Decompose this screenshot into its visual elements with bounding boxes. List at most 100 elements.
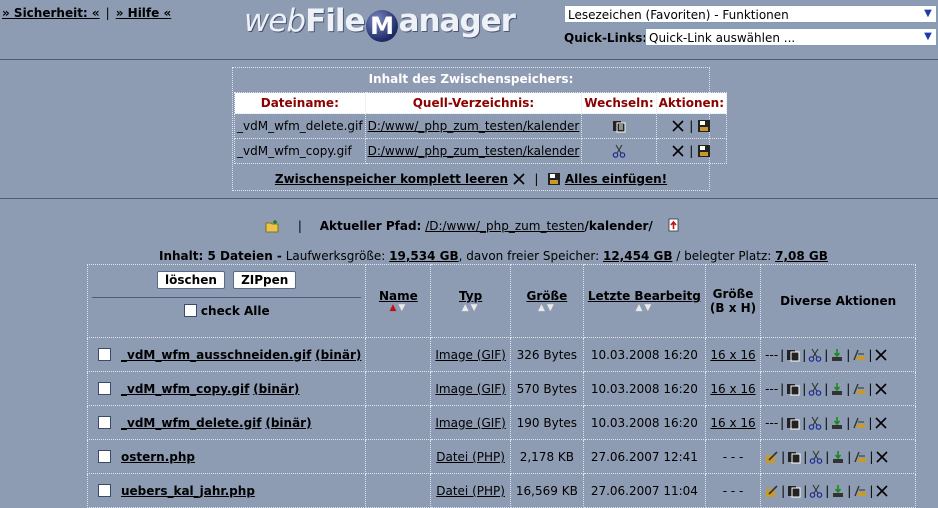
modified-sort-arrows[interactable]: ▲▼ — [588, 303, 701, 313]
rename-icon[interactable] — [852, 416, 866, 430]
size-sort-link[interactable]: Größe — [515, 289, 579, 303]
row-checkbox[interactable] — [98, 347, 111, 361]
rename-icon[interactable] — [852, 382, 866, 396]
separator: | — [780, 381, 785, 396]
size-sort-arrows[interactable]: ▲▼ — [515, 303, 579, 313]
new-folder-icon[interactable] — [264, 219, 280, 233]
copy-icon[interactable] — [787, 450, 801, 464]
file-name-link[interactable]: ostern.php — [121, 450, 195, 464]
file-modified: 27.06.2007 12:41 — [582, 439, 706, 474]
zip-button[interactable]: ZIPpen — [233, 271, 297, 289]
check-all-label: check Alle — [200, 304, 270, 318]
paste-all-link[interactable]: Alles einfügen! — [565, 172, 667, 186]
copy-mode-icon[interactable] — [612, 119, 626, 133]
quicklinks-select[interactable]: Quick-Link auswählen ... ▼ — [645, 28, 937, 46]
close-icon[interactable] — [671, 144, 685, 158]
security-link[interactable]: » Sicherheit: « — [2, 6, 100, 20]
paste-icon[interactable] — [547, 172, 561, 186]
file-name-link[interactable]: uebers_kal_jahr.php — [121, 484, 255, 498]
clear-clipboard-link[interactable]: Zwischenspeicher komplett leeren — [275, 172, 508, 186]
sort-asc-icon[interactable]: ▲ — [538, 303, 547, 313]
close-icon[interactable] — [512, 172, 526, 186]
close-icon[interactable] — [874, 348, 888, 362]
scissors-icon[interactable] — [809, 450, 823, 464]
rename-icon[interactable] — [852, 348, 866, 362]
rename-icon[interactable] — [853, 450, 867, 464]
separator: | — [847, 483, 852, 498]
divider — [0, 59, 938, 60]
file-dimensions-link[interactable]: 16 x 16 — [704, 337, 762, 372]
copy-icon[interactable] — [786, 416, 800, 430]
file-dimensions-link[interactable]: 16 x 16 — [704, 405, 762, 440]
name-sort-arrows[interactable]: ▲▼ — [370, 303, 426, 313]
file-kind: (binär) — [315, 347, 362, 362]
row-checkbox[interactable] — [98, 483, 111, 497]
paste-icon[interactable] — [697, 144, 711, 158]
name-sort-link[interactable]: Name — [370, 289, 426, 303]
sort-desc-icon[interactable]: ▼ — [398, 303, 407, 313]
file-type-link[interactable]: Image (GIF) — [430, 371, 511, 406]
check-all-checkbox[interactable] — [183, 304, 197, 317]
clipboard-switch-cell — [581, 113, 657, 139]
help-link[interactable]: » Hilfe « — [116, 6, 172, 20]
separator: | — [825, 483, 830, 498]
file-name-link[interactable]: _vdM_wfm_delete.gif — [121, 416, 262, 430]
file-name-link[interactable]: _vdM_wfm_ausschneiden.gif — [121, 348, 311, 362]
upload-file-icon[interactable] — [667, 217, 681, 233]
file-modified: 10.03.2008 16:20 — [582, 337, 706, 372]
row-checkbox[interactable] — [98, 415, 111, 429]
scissors-icon[interactable] — [808, 348, 822, 362]
row-checkbox[interactable] — [98, 449, 111, 463]
spacer-cell — [365, 371, 432, 406]
file-type-link[interactable]: Image (GIF) — [430, 337, 511, 372]
modified-sort-link[interactable]: Letzte Bearbeitg — [588, 289, 701, 303]
copy-icon[interactable] — [786, 382, 800, 396]
download-icon[interactable] — [831, 450, 845, 464]
paste-icon[interactable] — [697, 119, 711, 133]
row-checkbox[interactable] — [98, 381, 111, 395]
clipboard-header-filename: Dateiname: — [234, 92, 366, 114]
chevron-down-icon[interactable]: ▼ — [920, 29, 936, 45]
download-icon[interactable] — [830, 416, 844, 430]
type-sort-arrows[interactable]: ▲▼ — [435, 303, 506, 313]
download-icon[interactable] — [831, 484, 845, 498]
delete-button[interactable]: löschen — [157, 271, 225, 289]
type-sort-link[interactable]: Typ — [435, 289, 506, 303]
scissors-icon[interactable] — [809, 484, 823, 498]
file-dimensions-link[interactable]: 16 x 16 — [704, 371, 762, 406]
file-name-link[interactable]: _vdM_wfm_copy.gif — [121, 382, 249, 396]
edit-icon[interactable] — [765, 450, 779, 464]
clipboard-source-link[interactable]: D:/www/_php_zum_testen/kalender — [364, 113, 583, 139]
copy-icon[interactable] — [787, 484, 801, 498]
close-icon[interactable] — [671, 119, 685, 133]
close-icon[interactable] — [875, 450, 889, 464]
close-icon[interactable] — [875, 484, 889, 498]
table-row: uebers_kal_jahr.php Datei (PHP) 16,569 K… — [86, 473, 917, 508]
file-type-link[interactable]: Image (GIF) — [430, 405, 511, 440]
sort-desc-icon[interactable]: ▼ — [644, 303, 653, 313]
copy-icon[interactable] — [786, 348, 800, 362]
path-root-link[interactable]: /D:/www/_php_zum_testen — [425, 219, 584, 233]
file-type-link[interactable]: Datei (PHP) — [430, 439, 511, 474]
scissors-icon[interactable] — [808, 416, 822, 430]
close-icon[interactable] — [874, 416, 888, 430]
sort-desc-icon[interactable]: ▼ — [471, 303, 480, 313]
scissors-icon[interactable] — [612, 144, 626, 158]
sort-asc-icon[interactable]: ▲ — [462, 303, 471, 313]
separator: | — [846, 347, 851, 362]
scissors-icon[interactable] — [808, 382, 822, 396]
no-action-dash: --- — [765, 381, 779, 396]
top-navigation: » Sicherheit: « | » Hilfe « — [2, 6, 171, 20]
rename-icon[interactable] — [853, 484, 867, 498]
bookmarks-select[interactable]: Lesezeichen (Favoriten) - Funktionen ▼ — [564, 5, 937, 23]
file-type-link[interactable]: Datei (PHP) — [430, 473, 511, 508]
file-modified: 10.03.2008 16:20 — [582, 405, 706, 440]
download-icon[interactable] — [830, 382, 844, 396]
clipboard-source-link[interactable]: D:/www/_php_zum_testen/kalender — [364, 138, 583, 164]
close-icon[interactable] — [874, 382, 888, 396]
sort-desc-icon[interactable]: ▼ — [547, 303, 556, 313]
edit-icon[interactable] — [765, 484, 779, 498]
download-icon[interactable] — [830, 348, 844, 362]
separator: | — [781, 449, 786, 464]
chevron-down-icon[interactable]: ▼ — [920, 6, 936, 22]
